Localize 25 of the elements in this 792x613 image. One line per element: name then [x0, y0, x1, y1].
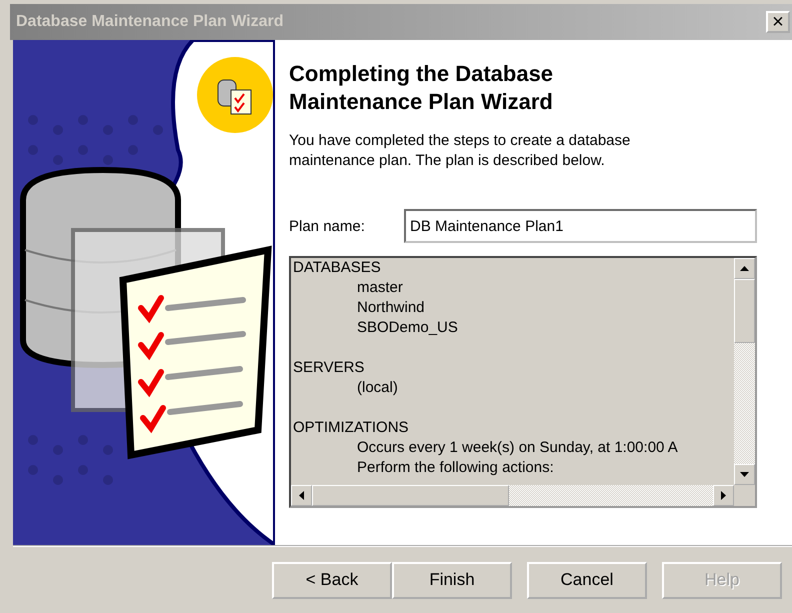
- window-title: Database Maintenance Plan Wizard: [16, 13, 284, 31]
- wizard-heading: Completing the Database Maintenance Plan Wizard: [289, 60, 554, 116]
- scroll-down-icon[interactable]: [734, 464, 755, 485]
- wizard-button[interactable]: Cancel: [527, 562, 647, 598]
- scroll-left-icon[interactable]: [291, 485, 312, 506]
- summary-line: SBODemo_US: [356, 318, 459, 338]
- plan-name-label: Plan name:: [289, 218, 366, 234]
- scroll-up-icon[interactable]: [734, 258, 755, 279]
- summary-line: (local): [356, 378, 399, 398]
- wizard-button[interactable]: Finish: [392, 562, 512, 598]
- summary-line: master: [356, 278, 404, 298]
- section-heading: SERVERS: [293, 358, 366, 378]
- vertical-scrollbar[interactable]: [734, 258, 755, 485]
- plan-name-field[interactable]: DB Maintenance Plan1: [404, 209, 757, 243]
- wizard-button[interactable]: < Back: [272, 562, 392, 598]
- scroll-right-icon[interactable]: [713, 485, 734, 506]
- summary-line: Northwind: [356, 298, 426, 318]
- scroll-thumb[interactable]: [312, 485, 509, 506]
- section-heading: OPTIMIZATIONS: [293, 418, 410, 438]
- close-button[interactable]: ×: [766, 11, 790, 33]
- summary-line: Perform the following actions:: [356, 458, 555, 478]
- summary-line: Occurs every 1 week(s) on Sunday, at 1:00:00 A: [356, 438, 679, 458]
- scroll-thumb[interactable]: [734, 279, 755, 343]
- wizard-description: You have completed the steps to create a database maintenance plan. The plan is described below.: [289, 131, 632, 171]
- section-heading: DATABASES: [293, 258, 382, 278]
